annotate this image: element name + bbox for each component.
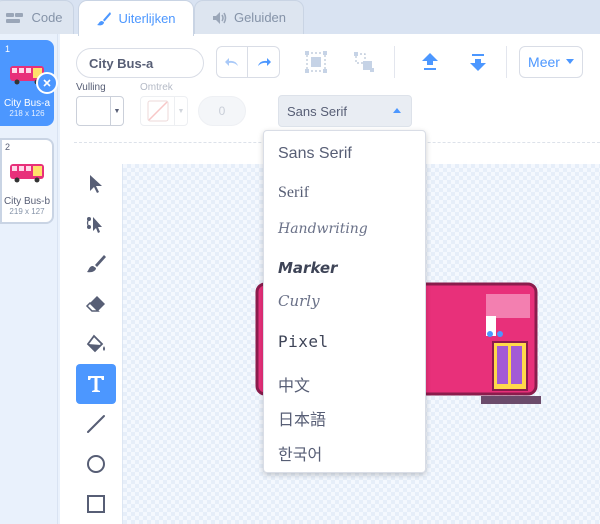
chevron-down-icon bbox=[565, 59, 574, 64]
select-arrow-icon bbox=[90, 175, 102, 193]
font-option-marker[interactable]: Marker bbox=[278, 259, 337, 277]
outline-width-input[interactable]: 0 bbox=[198, 96, 246, 126]
line-tool[interactable] bbox=[76, 404, 116, 444]
speaker-icon bbox=[212, 11, 228, 25]
text-tool[interactable] bbox=[76, 364, 116, 404]
font-menu: Sans Serif Serif Handwriting Marker Curl… bbox=[263, 130, 426, 473]
font-option-handwriting[interactable]: Handwriting bbox=[278, 221, 368, 237]
outline-color-picker[interactable]: ▼ bbox=[140, 96, 188, 126]
font-option-japanese[interactable]: 日本語 bbox=[278, 406, 326, 430]
tab-costumes[interactable]: Uiterlijken bbox=[78, 0, 194, 36]
brush-icon bbox=[96, 11, 112, 27]
caret-down-icon: ▼ bbox=[113, 107, 121, 115]
costume-size: 218 x 126 bbox=[9, 109, 45, 118]
code-icon bbox=[5, 12, 25, 24]
brush-icon bbox=[87, 255, 106, 273]
costume-item[interactable]: 2 City Bus-b 219 x 127 bbox=[0, 138, 54, 224]
costume-size: 219 x 127 bbox=[9, 207, 45, 216]
outline-label: Omtrek bbox=[140, 82, 173, 93]
font-selected-label: Sans Serif bbox=[287, 103, 347, 119]
tool-column bbox=[76, 164, 116, 524]
rectangle-tool[interactable] bbox=[76, 484, 116, 524]
line-icon bbox=[87, 415, 105, 433]
eraser-icon bbox=[85, 296, 105, 312]
brush-tool[interactable] bbox=[76, 244, 116, 284]
tab-bar: Code Uiterlijken Geluiden bbox=[0, 0, 600, 36]
no-color-icon bbox=[141, 97, 175, 125]
toolbar-divider bbox=[394, 46, 395, 78]
costume-name: City Bus-b bbox=[3, 196, 51, 207]
more-label: Meer bbox=[528, 54, 560, 70]
redo-icon bbox=[257, 58, 271, 66]
font-option-korean[interactable]: 한국어 bbox=[278, 441, 322, 465]
font-option-pixel[interactable]: Pixel bbox=[278, 332, 329, 351]
font-option-curly[interactable]: Curly bbox=[278, 292, 320, 310]
circle-icon bbox=[87, 455, 105, 473]
font-option-serif[interactable]: Serif bbox=[278, 184, 309, 202]
font-option-sans-serif[interactable]: Sans Serif bbox=[278, 145, 352, 163]
costume-name-input[interactable] bbox=[76, 48, 204, 78]
redo-button[interactable] bbox=[248, 46, 280, 78]
select-tool[interactable] bbox=[76, 164, 116, 204]
caret-down-icon: ▼ bbox=[177, 107, 185, 115]
fill-color-picker[interactable]: ▼ bbox=[76, 96, 124, 126]
eraser-tool[interactable] bbox=[76, 284, 116, 324]
toolbar-divider bbox=[506, 46, 507, 78]
backward-icon[interactable] bbox=[464, 48, 492, 76]
tab-sounds-label: Geluiden bbox=[233, 10, 287, 25]
undo-icon bbox=[225, 58, 238, 66]
text-t-icon bbox=[88, 376, 104, 392]
fill-swatch bbox=[77, 97, 111, 125]
more-button[interactable]: Meer bbox=[519, 46, 583, 78]
costume-list: 1 City Bus-a 218 x 126 2 City Bus-b 219 … bbox=[0, 34, 58, 524]
forward-icon[interactable] bbox=[416, 48, 444, 76]
group-icon[interactable] bbox=[302, 48, 330, 76]
reshape-tool[interactable] bbox=[76, 204, 116, 244]
tab-code-label: Code bbox=[31, 10, 63, 25]
reshape-icon bbox=[86, 217, 102, 233]
tab-costumes-label: Uiterlijken bbox=[118, 11, 176, 26]
fill-tool[interactable] bbox=[76, 324, 116, 364]
costume-name: City Bus-a bbox=[3, 98, 51, 109]
delete-costume-button[interactable] bbox=[36, 72, 58, 94]
circle-tool[interactable] bbox=[76, 444, 116, 484]
tab-sounds[interactable]: Geluiden bbox=[194, 0, 304, 34]
bus-thumbnail bbox=[9, 161, 45, 188]
fill-label: Vulling bbox=[76, 82, 106, 93]
font-dropdown[interactable]: Sans Serif bbox=[278, 95, 412, 127]
costume-index: 1 bbox=[5, 44, 11, 54]
caret-up-icon bbox=[393, 108, 401, 113]
undo-button[interactable] bbox=[216, 46, 248, 78]
paint-bucket-icon bbox=[86, 334, 105, 353]
font-option-chinese[interactable]: 中文 bbox=[278, 372, 310, 396]
costume-index: 2 bbox=[5, 142, 11, 152]
tab-code[interactable]: Code bbox=[0, 0, 74, 34]
ungroup-icon[interactable] bbox=[350, 48, 378, 76]
close-icon bbox=[43, 79, 51, 87]
rectangle-icon bbox=[87, 495, 105, 513]
undo-redo-group bbox=[216, 46, 280, 78]
